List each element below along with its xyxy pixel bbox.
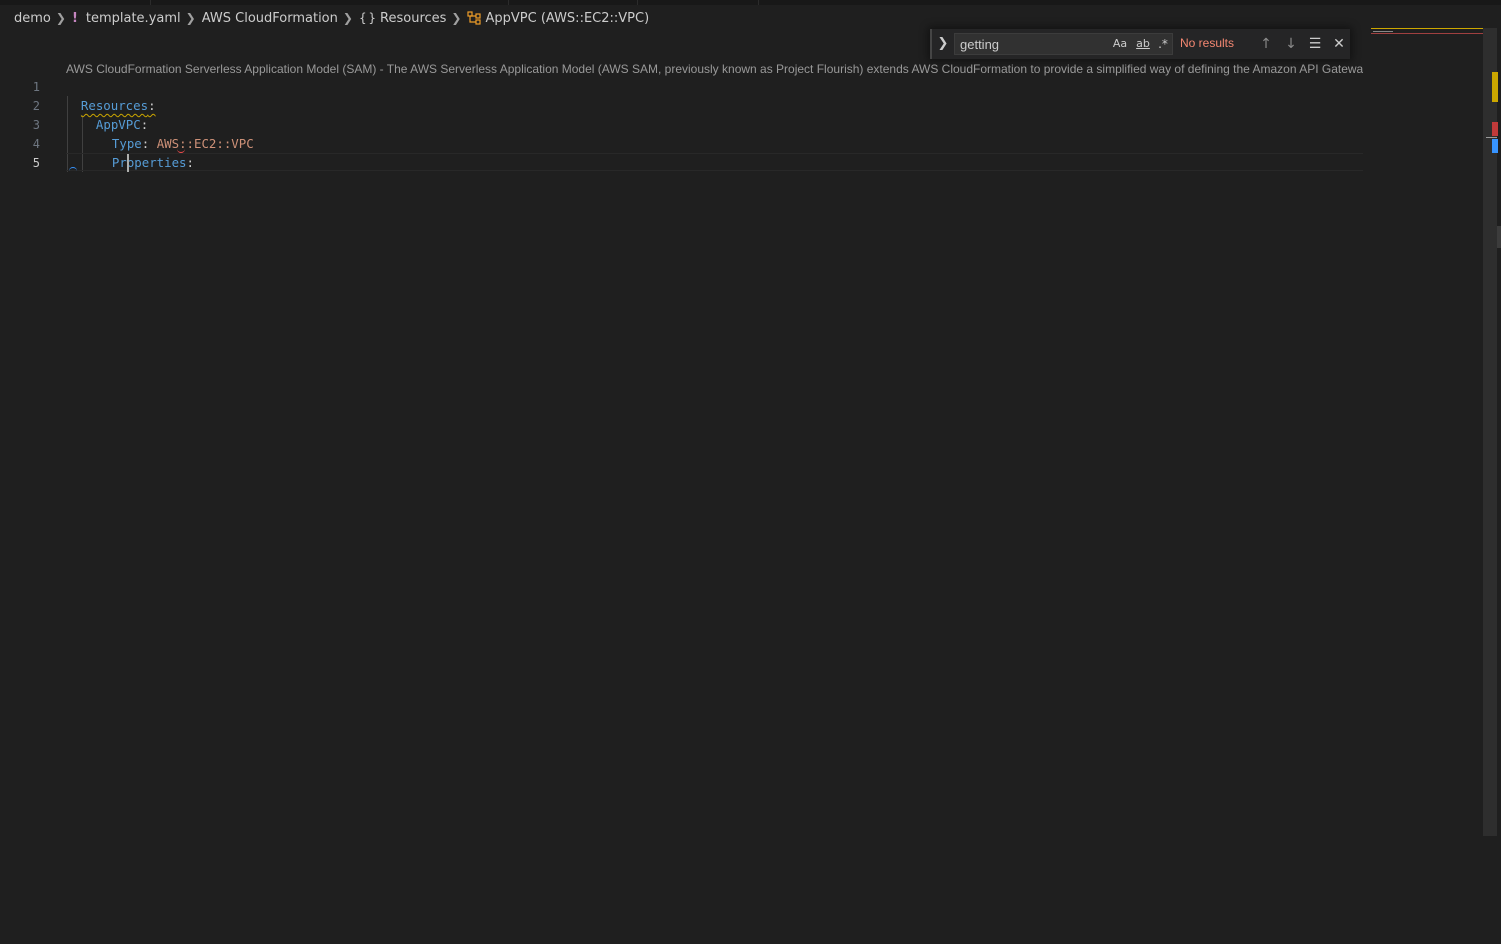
find-status: No results (1180, 36, 1235, 50)
breadcrumb-item-resources[interactable]: { } Resources (359, 11, 446, 26)
code-line-2[interactable]: AppVPC: (81, 96, 148, 132)
previous-match-arrow-up-icon[interactable]: ↑ (1257, 35, 1275, 53)
yaml-colon: : (148, 98, 156, 113)
find-widget: ❯ Aa ab .* No results ↑ ↓ ☰ ✕ (930, 29, 1350, 59)
line-number: 2 (32, 99, 40, 113)
next-match-arrow-down-icon[interactable]: ↓ (1282, 35, 1300, 53)
warning-overview-marker (1492, 72, 1498, 102)
code-line-3[interactable]: Type: AWS::EC2::VPC (97, 115, 254, 151)
breadcrumb-file-label: template.yaml (85, 10, 181, 26)
toggle-replace-chevron-icon[interactable]: ❯ (936, 35, 950, 53)
breadcrumb-item-folder[interactable]: demo (14, 11, 51, 26)
cursor-overview-marker (1486, 137, 1497, 138)
find-in-selection-icon[interactable]: ☰ (1306, 35, 1324, 53)
object-braces-icon: { } (358, 11, 376, 25)
tab-strip (0, 0, 1501, 5)
yaml-colon: : (186, 155, 194, 170)
use-regex-icon[interactable]: .* (1155, 36, 1171, 52)
breadcrumb-item-schema[interactable]: AWS CloudFormation (202, 11, 338, 26)
schema-description[interactable]: AWS CloudFormation Serverless Applicatio… (66, 62, 1363, 78)
info-overview-marker (1492, 139, 1498, 153)
find-input-container: Aa ab .* (954, 33, 1173, 55)
find-input[interactable] (955, 34, 1110, 54)
chevron-right-icon: ❯ (55, 11, 66, 25)
panel-edge (1497, 226, 1501, 248)
structure-icon (467, 11, 482, 25)
chevron-right-icon: ❯ (451, 11, 462, 25)
breadcrumb-appvpc-label: AppVPC (AWS::EC2::VPC) (485, 10, 650, 26)
text-cursor (127, 154, 129, 172)
line-number: 4 (32, 137, 40, 151)
match-whole-word-icon[interactable]: ab (1133, 36, 1153, 52)
line-number: 3 (32, 118, 40, 132)
current-line-highlight (66, 153, 1363, 171)
line-number: 1 (32, 80, 40, 94)
breadcrumb-item-appvpc[interactable]: AppVPC (AWS::EC2::VPC) (467, 11, 649, 26)
match-case-icon[interactable]: Aa (1111, 36, 1129, 52)
close-icon[interactable]: ✕ (1330, 35, 1348, 53)
yaml-file-icon: ! (71, 10, 78, 26)
chevron-right-icon: ❯ (185, 11, 196, 25)
yaml-key: Properties (111, 155, 187, 170)
breadcrumb: demo ❯ ! template.yaml ❯ AWS CloudFormat… (14, 8, 649, 28)
breadcrumb-resources-label: Resources (380, 10, 447, 26)
error-overview-marker (1492, 122, 1498, 136)
chevron-right-icon: ❯ (342, 11, 353, 25)
code-line-1[interactable]: Resources: (66, 77, 156, 113)
breadcrumb-item-file[interactable]: ! template.yaml (72, 11, 181, 26)
minimap[interactable] (1371, 28, 1483, 34)
info-squiggle (69, 167, 77, 172)
line-number-active: 5 (32, 156, 40, 170)
